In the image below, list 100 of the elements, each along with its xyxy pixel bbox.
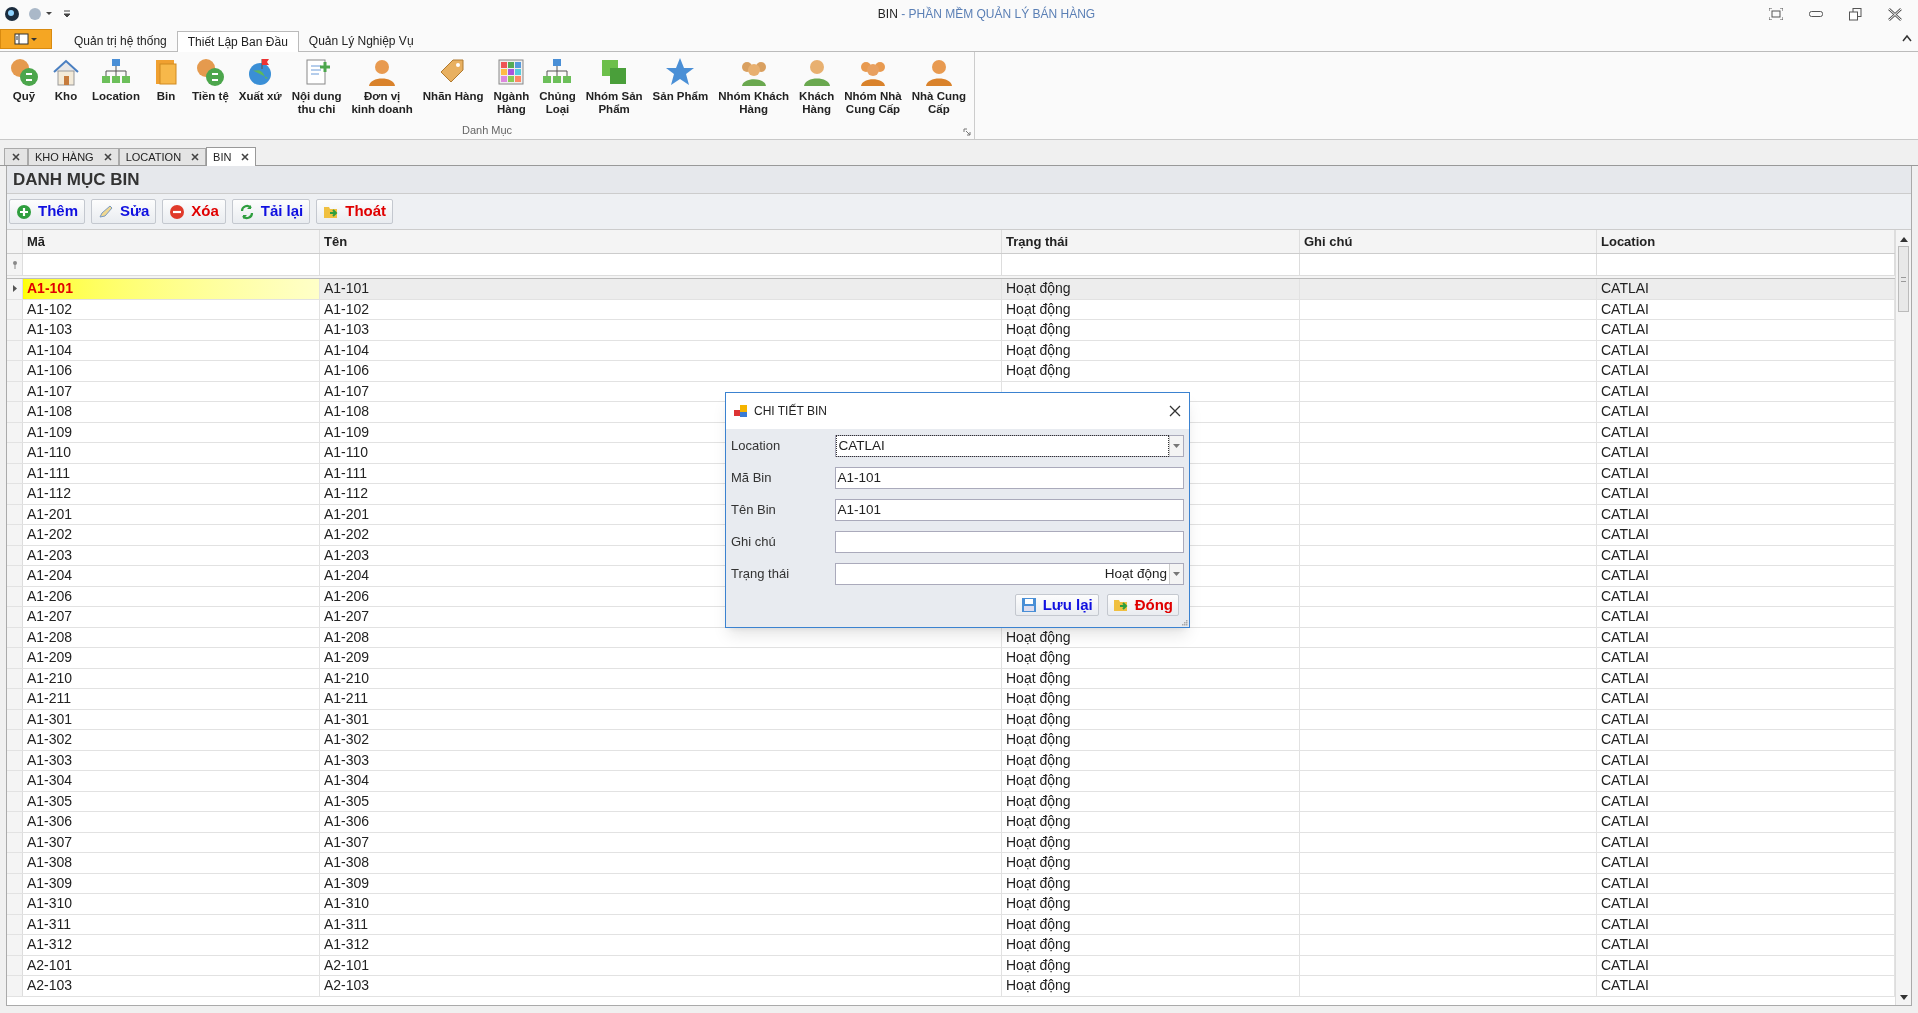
table-cell-text: A1-303: [27, 750, 73, 770]
scroll-up-icon[interactable]: [1899, 236, 1908, 242]
table-cell-text: A1-210: [324, 668, 370, 688]
ribbon-button[interactable]: Khách Hàng: [795, 56, 839, 116]
document-tab[interactable]: KHO HÀNG: [28, 148, 119, 165]
table-row[interactable]: A1-302 A1-302 Hoạt động CATLAI: [7, 730, 1895, 751]
table-row[interactable]: A2-101 A2-101 Hoạt động CATLAI: [7, 955, 1895, 976]
add-button[interactable]: Thêm: [9, 199, 85, 224]
status-dropdown[interactable]: Hoạt động: [834, 563, 1184, 585]
table-row[interactable]: A1-308 A1-308 Hoạt động CATLAI: [7, 853, 1895, 874]
dialog-title: CHI TIẾT BIN: [754, 402, 828, 420]
ribbon-button[interactable]: Location: [88, 56, 144, 103]
circle-icon[interactable]: [28, 7, 54, 21]
table-cell-text: A1-302: [324, 730, 370, 750]
table-cell-text: A1-111: [324, 463, 368, 483]
reload-button[interactable]: Tải lại: [231, 199, 311, 224]
fullscreen-icon[interactable]: [1769, 8, 1783, 20]
row-header[interactable]: [7, 279, 23, 299]
ribbon-tab[interactable]: Quản Lý Nghiệp Vụ: [298, 30, 424, 51]
table-cell-text: Hoạt động: [1006, 955, 1071, 975]
ribbon-button[interactable]: Chủng Loại: [535, 56, 580, 116]
column-header[interactable]: Ghi chú: [1300, 230, 1597, 253]
ribbon-tab[interactable]: Quản trị hệ thống: [64, 30, 177, 51]
resize-grip-icon[interactable]: [1181, 619, 1188, 626]
ribbon-button[interactable]: Sản Phẩm: [648, 56, 713, 103]
table-cell-text: A1-107: [27, 381, 73, 401]
table-cell-text: A1-306: [27, 812, 73, 832]
table-row[interactable]: A1-102 A1-102 Hoạt động CATLAI: [7, 299, 1895, 320]
application-menu-button[interactable]: [0, 29, 52, 49]
ribbon-button[interactable]: Đơn vị kinh doanh: [347, 56, 417, 116]
document-tab[interactable]: BIN: [206, 147, 257, 166]
table-cell-text: CATLAI: [1601, 750, 1649, 770]
table-cell-text: CATLAI: [1601, 299, 1649, 319]
scroll-down-icon[interactable]: [1899, 995, 1908, 1001]
input-field[interactable]: [834, 531, 1184, 553]
table-row[interactable]: A1-311 A1-311 Hoạt động CATLAI: [7, 914, 1895, 935]
input-field[interactable]: A1-101: [834, 467, 1184, 489]
table-row[interactable]: A1-208 A1-208 Hoạt động CATLAI: [7, 627, 1895, 648]
ribbon-button[interactable]: Quỹ: [4, 56, 44, 103]
collapse-ribbon-icon[interactable]: [1902, 34, 1912, 42]
ribbon-button[interactable]: Nhãn Hàng: [418, 56, 488, 103]
table-row[interactable]: A1-104 A1-104 Hoạt động CATLAI: [7, 340, 1895, 361]
save-button[interactable]: Lưu lại: [1014, 594, 1099, 616]
table-row[interactable]: A1-303 A1-303 Hoạt động CATLAI: [7, 750, 1895, 771]
minimize-icon[interactable]: [1809, 11, 1823, 17]
ribbon-button[interactable]: Nhà Cung Cấp: [907, 56, 971, 116]
table-row[interactable]: A1-101 A1-101 Hoạt động CATLAI: [7, 279, 1895, 300]
close-icon[interactable]: [1888, 7, 1902, 21]
close-icon[interactable]: [103, 153, 112, 161]
close-button[interactable]: Đóng: [1106, 594, 1179, 616]
table-row[interactable]: A1-306 A1-306 Hoạt động CATLAI: [7, 812, 1895, 833]
table-row[interactable]: A1-210 A1-210 Hoạt động CATLAI: [7, 668, 1895, 689]
column-header[interactable]: Mã: [23, 230, 320, 253]
ribbon-button[interactable]: Nhóm Nhà Cung Cấp: [840, 56, 906, 116]
table-row[interactable]: A1-309 A1-309 Hoạt động CATLAI: [7, 873, 1895, 894]
close-icon[interactable]: [191, 153, 200, 161]
scroll-thumb[interactable]: [1898, 246, 1909, 312]
table-row[interactable]: A1-301 A1-301 Hoạt động CATLAI: [7, 709, 1895, 730]
vertical-scrollbar[interactable]: [1895, 230, 1911, 1005]
input-field[interactable]: A1-101: [834, 499, 1184, 521]
dialog-launcher-icon[interactable]: [963, 128, 972, 136]
restore-icon[interactable]: [1849, 7, 1862, 21]
table-row[interactable]: A1-211 A1-211 Hoạt động CATLAI: [7, 689, 1895, 710]
table-row[interactable]: A1-310 A1-310 Hoạt động CATLAI: [7, 894, 1895, 915]
close-icon[interactable]: [1169, 405, 1181, 417]
close-icon[interactable]: [241, 153, 250, 161]
column-header[interactable]: Tên: [320, 230, 1002, 253]
location-dropdown[interactable]: CATLAI: [834, 435, 1184, 457]
ribbon-tab[interactable]: Thiết Lập Ban Đầu: [176, 31, 299, 52]
table-row[interactable]: A1-103 A1-103 Hoạt động CATLAI: [7, 320, 1895, 341]
table-row[interactable]: A1-106 A1-106 Hoạt động CATLAI: [7, 361, 1895, 382]
ribbon-button[interactable]: Kho: [46, 56, 86, 103]
ribbon-button[interactable]: Nội dung thu chi: [287, 56, 346, 116]
ribbon-button[interactable]: Xuất xứ: [234, 56, 286, 103]
ribbon-button[interactable]: Ngành Hàng: [489, 56, 534, 116]
ribbon-button[interactable]: Nhóm Sản Phẩm: [581, 56, 647, 116]
edit-button[interactable]: Sửa: [91, 199, 157, 224]
table-cell-text: Hoạt động: [1006, 894, 1071, 914]
exit-button[interactable]: Thoát: [316, 199, 394, 224]
table-row[interactable]: A1-307 A1-307 Hoạt động CATLAI: [7, 832, 1895, 853]
column-header[interactable]: Trạng thái: [1002, 230, 1300, 253]
table-row[interactable]: A1-209 A1-209 Hoạt động CATLAI: [7, 648, 1895, 669]
table-row[interactable]: A1-312 A1-312 Hoạt động CATLAI: [7, 935, 1895, 956]
dropdown-arrow-icon[interactable]: [1173, 572, 1180, 576]
table-row[interactable]: A1-304 A1-304 Hoạt động CATLAI: [7, 771, 1895, 792]
delete-button[interactable]: Xóa: [162, 199, 226, 224]
table-cell-text: A1-209: [27, 648, 73, 668]
app-orb-icon[interactable]: [4, 6, 20, 22]
document-tab[interactable]: LOCATION: [118, 148, 207, 165]
table-cell-text: Hoạt động: [1006, 832, 1071, 852]
ribbon-button[interactable]: Nhóm Khách Hàng: [714, 56, 794, 116]
table-cell-text: A1-108: [27, 402, 73, 422]
table-row[interactable]: A2-103 A2-103 Hoạt động CATLAI: [7, 976, 1895, 997]
customize-arrow-icon[interactable]: [62, 9, 72, 19]
table-cell-text: A1-104: [27, 340, 73, 360]
ribbon-button[interactable]: Tiền tệ: [187, 56, 233, 103]
ribbon-button[interactable]: Bin: [145, 56, 186, 103]
dropdown-arrow-icon[interactable]: [1173, 444, 1180, 448]
close-icon[interactable]: [12, 153, 20, 161]
table-row[interactable]: A1-305 A1-305 Hoạt động CATLAI: [7, 791, 1895, 812]
